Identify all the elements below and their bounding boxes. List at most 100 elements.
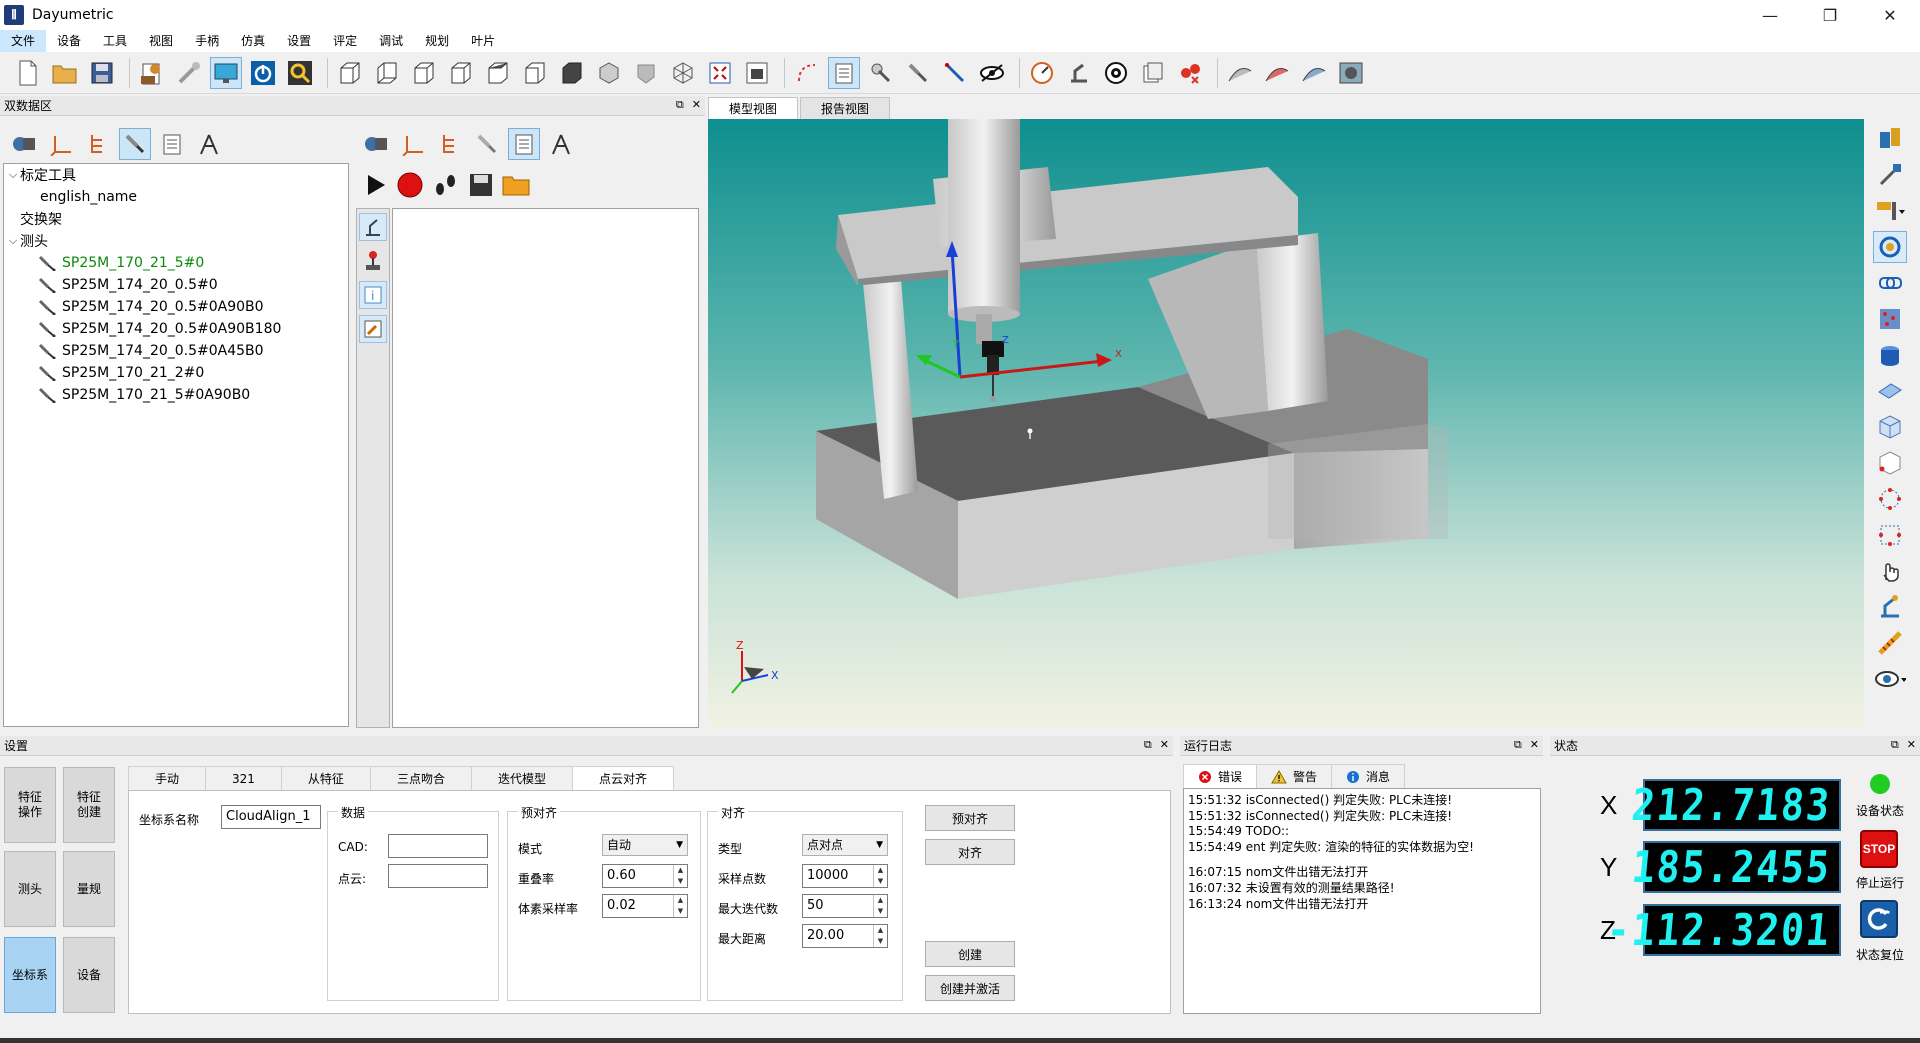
menu-blade[interactable]: 叶片 bbox=[460, 30, 506, 52]
document-icon[interactable] bbox=[156, 128, 188, 160]
eye-icon[interactable] bbox=[976, 57, 1008, 89]
model-viewport[interactable]: Z X Y Z X bbox=[708, 119, 1864, 728]
create-activate-button[interactable]: 创建并激活 bbox=[925, 975, 1015, 1001]
circle-points-icon[interactable] bbox=[1873, 483, 1907, 515]
measure-arm-icon[interactable] bbox=[1873, 591, 1907, 623]
tab-model-view[interactable]: 模型视图 bbox=[708, 97, 799, 119]
menu-evaluate[interactable]: 评定 bbox=[322, 30, 368, 52]
menu-simulation[interactable]: 仿真 bbox=[230, 30, 276, 52]
spin-arrows-icon[interactable]: ▲ ▼ bbox=[873, 895, 887, 917]
tab-three-point[interactable]: 三点吻合 bbox=[369, 766, 472, 790]
close-panel-icon[interactable]: ✕ bbox=[1160, 738, 1169, 752]
spin-arrows-icon[interactable]: ▲ ▼ bbox=[673, 895, 687, 917]
menu-plan[interactable]: 规划 bbox=[414, 30, 460, 52]
tab-manual[interactable]: 手动 bbox=[128, 766, 207, 790]
axes-icon[interactable] bbox=[397, 128, 429, 160]
points-icon[interactable] bbox=[1174, 57, 1206, 89]
tree-item[interactable]: ⌵ 测头 bbox=[4, 230, 348, 252]
program-list[interactable] bbox=[392, 208, 699, 728]
blade-c-icon[interactable] bbox=[1298, 57, 1330, 89]
create-button[interactable]: 创建 bbox=[925, 941, 1015, 967]
voxel-spinbox[interactable]: 0.02 ▲ ▼ bbox=[602, 894, 688, 918]
float-icon[interactable]: ⧉ bbox=[1144, 738, 1152, 752]
feature-list-icon[interactable] bbox=[1873, 123, 1907, 155]
path-icon[interactable] bbox=[791, 57, 823, 89]
view-bottom-icon[interactable] bbox=[519, 57, 551, 89]
menu-file[interactable]: 文件 bbox=[0, 30, 47, 52]
view-left-icon[interactable] bbox=[408, 57, 440, 89]
menu-device[interactable]: 设备 bbox=[46, 30, 92, 52]
power-icon[interactable] bbox=[247, 57, 279, 89]
close-panel-icon[interactable]: ✕ bbox=[1907, 738, 1916, 752]
cloud-input[interactable] bbox=[388, 864, 488, 888]
save-program-icon[interactable] bbox=[468, 172, 494, 201]
type-select[interactable]: 点对点 ▼ bbox=[802, 834, 888, 856]
cylinder-icon[interactable] bbox=[1873, 339, 1907, 371]
ruler-icon[interactable] bbox=[1873, 627, 1907, 659]
chevron-down-icon[interactable]: ⌵ bbox=[6, 168, 20, 182]
blade-d-icon[interactable] bbox=[1335, 57, 1367, 89]
tab-iterative-model[interactable]: 迭代模型 bbox=[470, 766, 573, 790]
probe-icon[interactable] bbox=[119, 128, 151, 160]
tab-cloud-align[interactable]: 点云对齐 bbox=[571, 766, 674, 790]
view-right-icon[interactable] bbox=[445, 57, 477, 89]
blade-b-icon[interactable] bbox=[1261, 57, 1293, 89]
search-icon[interactable] bbox=[284, 57, 316, 89]
tree-item[interactable]: SP25M_170_21_2#0 bbox=[4, 362, 348, 384]
mode-select[interactable]: 自动 ▼ bbox=[602, 834, 688, 856]
tree-item[interactable]: SP25M_174_20_0.5#0A90B0 bbox=[4, 296, 348, 318]
view-wire-icon[interactable] bbox=[667, 57, 699, 89]
probe-icon[interactable] bbox=[471, 128, 503, 160]
close-panel-icon[interactable]: ✕ bbox=[1530, 738, 1539, 752]
compass-icon[interactable] bbox=[545, 128, 577, 160]
settings-report-icon[interactable] bbox=[136, 57, 168, 89]
tree-hierarchy-icon[interactable] bbox=[434, 128, 466, 160]
menu-settings[interactable]: 设置 bbox=[276, 30, 322, 52]
machine-icon[interactable] bbox=[360, 128, 392, 160]
tab-messages[interactable]: 消息 bbox=[1331, 764, 1406, 788]
tree-item[interactable]: 交换架 bbox=[4, 208, 348, 230]
hand-icon[interactable] bbox=[1873, 555, 1907, 587]
tree-item[interactable]: SP25M_170_21_5#0A90B0 bbox=[4, 384, 348, 406]
open-program-icon[interactable] bbox=[502, 173, 530, 200]
spin-arrows-icon[interactable]: ▲ ▼ bbox=[873, 865, 887, 887]
nav-feature-create[interactable]: 特征 创建 bbox=[63, 767, 115, 843]
tree-hierarchy-icon[interactable] bbox=[82, 128, 114, 160]
tab-report-view[interactable]: 报告视图 bbox=[800, 97, 891, 119]
view-iso-solid-icon[interactable] bbox=[556, 57, 588, 89]
blade-a-icon[interactable] bbox=[1224, 57, 1256, 89]
nav-probe[interactable]: 测头 bbox=[4, 851, 56, 927]
close-panel-icon[interactable]: ✕ bbox=[692, 98, 701, 112]
float-icon[interactable]: ⧉ bbox=[676, 98, 684, 112]
record-icon[interactable] bbox=[396, 171, 424, 202]
tree-item[interactable]: SP25M_174_20_0.5#0A90B180 bbox=[4, 318, 348, 340]
view-fit-icon[interactable] bbox=[704, 57, 736, 89]
close-button[interactable]: ✕ bbox=[1860, 0, 1920, 30]
menu-handle[interactable]: 手柄 bbox=[184, 30, 230, 52]
overlap-spinbox[interactable]: 0.60 ▲ ▼ bbox=[602, 864, 688, 888]
rotate-icon[interactable] bbox=[1873, 231, 1907, 263]
rect-points-icon[interactable] bbox=[1873, 519, 1907, 551]
probe-select-icon[interactable] bbox=[1873, 195, 1907, 227]
nav-device[interactable]: 设备 bbox=[63, 937, 115, 1013]
view-hidden-icon[interactable] bbox=[630, 57, 662, 89]
monitor-icon[interactable] bbox=[210, 56, 242, 89]
nav-gauge[interactable]: 量规 bbox=[63, 851, 115, 927]
edit-icon[interactable] bbox=[359, 315, 387, 343]
tree-item[interactable]: ⌵ 标定工具 bbox=[4, 164, 348, 186]
note-icon[interactable] bbox=[828, 56, 860, 89]
tab-321[interactable]: 321 bbox=[205, 766, 282, 790]
spin-arrows-icon[interactable]: ▲ ▼ bbox=[673, 865, 687, 887]
tab-from-feature[interactable]: 从特征 bbox=[280, 766, 371, 790]
menu-view[interactable]: 视图 bbox=[138, 30, 184, 52]
menu-debug[interactable]: 调试 bbox=[368, 30, 414, 52]
machine-icon[interactable] bbox=[8, 128, 40, 160]
info-icon[interactable]: i bbox=[359, 281, 387, 309]
float-icon[interactable]: ⧉ bbox=[1891, 738, 1899, 752]
target-icon[interactable] bbox=[1100, 57, 1132, 89]
measure-line-icon[interactable] bbox=[939, 57, 971, 89]
spin-arrows-icon[interactable]: ▲ ▼ bbox=[873, 925, 887, 947]
copy-sheet-icon[interactable] bbox=[1137, 57, 1169, 89]
chevron-down-icon[interactable]: ⌵ bbox=[6, 234, 20, 248]
cs-name-input[interactable]: CloudAlign_1 bbox=[221, 805, 321, 829]
